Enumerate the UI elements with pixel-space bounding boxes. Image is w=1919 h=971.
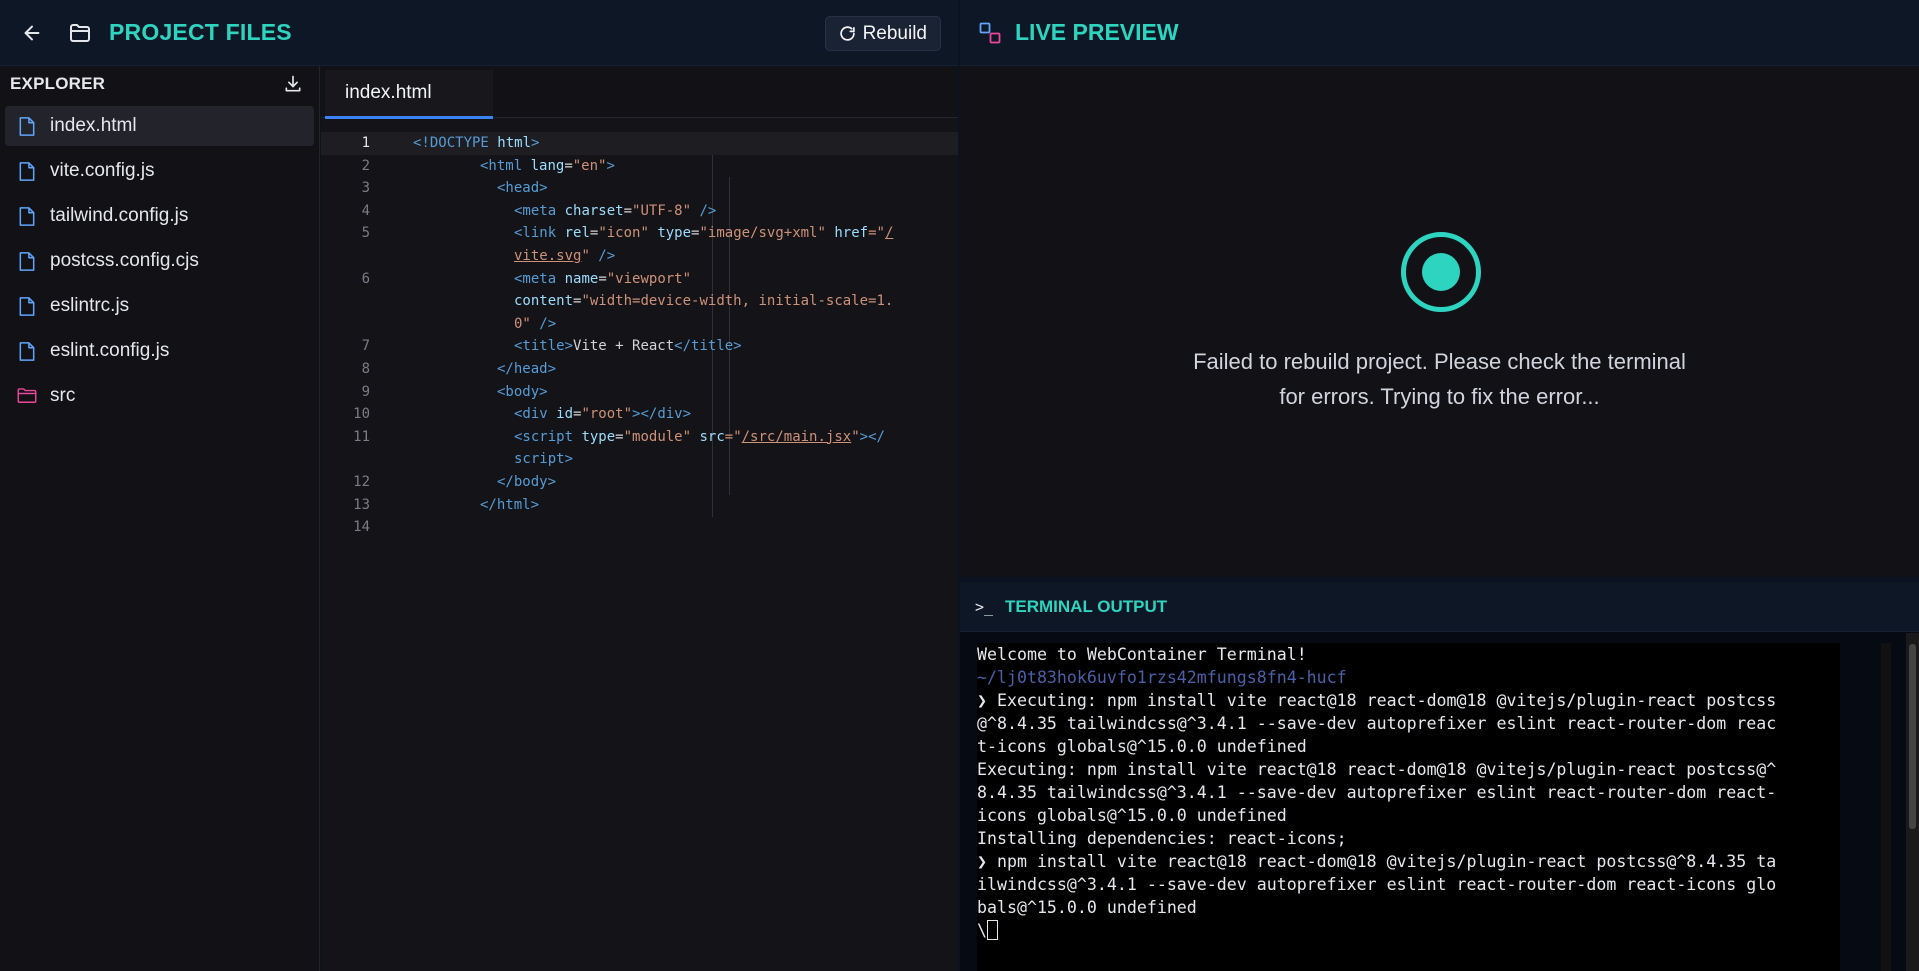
- terminal-header: >_ TERMINAL OUTPUT: [960, 582, 1919, 632]
- terminal-line: bals@^15.0.0 undefined: [977, 898, 1197, 917]
- editor-tabbar: index.html: [321, 66, 958, 119]
- preview-pane: Failed to rebuild project. Please check …: [960, 66, 1919, 577]
- file-label: vite.config.js: [50, 160, 155, 181]
- code-line: script>: [514, 451, 574, 468]
- file-icon: [17, 295, 37, 317]
- folder-item-src[interactable]: src: [5, 376, 314, 416]
- terminal-line: Welcome to WebContainer Terminal!: [977, 645, 1307, 664]
- folder-open-icon: [67, 20, 93, 46]
- terminal-line: ❯ Executing: npm install vite react@18 r…: [977, 691, 1777, 710]
- terminal-scrollbar-thumb[interactable]: [1909, 644, 1916, 829]
- code-line: 14: [353, 519, 370, 536]
- file-item-tailwind-config[interactable]: tailwind.config.js: [5, 196, 314, 236]
- terminal-prompt-line: \: [977, 919, 1840, 942]
- file-item-index-html[interactable]: index.html: [5, 106, 314, 146]
- error-message-line: Failed to rebuild project. Please check …: [1193, 349, 1686, 374]
- terminal-pane: Welcome to WebContainer Terminal! ~/lj0t…: [960, 632, 1919, 971]
- loading-spinner: [1401, 232, 1481, 312]
- file-icon: [17, 340, 37, 362]
- rebuild-button[interactable]: Rebuild: [824, 16, 941, 51]
- file-label: postcss.config.cjs: [50, 250, 199, 271]
- rebuild-label: Rebuild: [862, 22, 927, 44]
- terminal-line: t-icons globals@^15.0.0 undefined: [977, 737, 1307, 756]
- page-title: PROJECT FILES: [109, 19, 292, 45]
- project-header: PROJECT FILES Rebuild: [0, 0, 958, 66]
- code-editor: index.html 1 <!DOCTYPE html> 2 <html lan…: [321, 66, 958, 971]
- code-line: 8 </head>: [361, 360, 557, 377]
- file-item-postcss-config[interactable]: postcss.config.cjs: [5, 241, 314, 281]
- folder-label: src: [50, 385, 76, 406]
- file-label: eslintrc.js: [50, 295, 130, 316]
- terminal-line: Installing dependencies: react-icons;: [977, 829, 1347, 848]
- terminal-scrollbar-inner[interactable]: [1881, 643, 1891, 971]
- terminal-prompt: \: [977, 921, 987, 940]
- file-icon: [17, 250, 37, 272]
- terminal-line: @^8.4.35 tailwindcss@^3.4.1 --save-dev a…: [977, 714, 1777, 733]
- folder-icon: [17, 385, 37, 407]
- code-area[interactable]: 1 <!DOCTYPE html> 2 <html lang="en"> 3 <…: [321, 132, 958, 539]
- file-label: index.html: [50, 115, 137, 136]
- code-line: vite.svg" />: [514, 247, 616, 264]
- code-line: content="width=device-width, initial-sca…: [514, 293, 894, 310]
- file-explorer: EXPLORER index.html vite.config.js tailw…: [0, 66, 320, 971]
- file-icon: [17, 160, 37, 182]
- preview-icon: [977, 20, 1003, 46]
- terminal-line: icons globals@^15.0.0 undefined: [977, 806, 1287, 825]
- code-line: 13 </html>: [353, 496, 540, 513]
- code-line: 6 <meta name="viewport": [361, 270, 692, 287]
- explorer-header: EXPLORER: [0, 66, 319, 102]
- file-label: eslint.config.js: [50, 340, 170, 361]
- tab-index-html[interactable]: index.html: [325, 70, 493, 119]
- code-line: 1 <!DOCTYPE html>: [321, 132, 958, 155]
- error-message-line: for errors. Trying to fix the error...: [1279, 384, 1600, 409]
- error-message: Failed to rebuild project. Please check …: [960, 344, 1919, 414]
- code-line: 12 </body>: [353, 473, 557, 490]
- terminal-line: ❯ npm install vite react@18 react-dom@18…: [977, 852, 1777, 871]
- file-label: tailwind.config.js: [50, 205, 189, 226]
- file-list: index.html vite.config.js tailwind.confi…: [0, 102, 319, 416]
- terminal-line: ~/lj0t83hok6uvfo1rzs42mfungs8fn4-hucf: [977, 668, 1347, 687]
- code-line: 0" />: [514, 315, 557, 332]
- code-line: 11 <script type="module" src="/src/main.…: [353, 428, 885, 445]
- code-line: 7 <title>Vite + React</title>: [361, 338, 742, 355]
- file-item-eslint-config[interactable]: eslint.config.js: [5, 331, 314, 371]
- terminal-title: TERMINAL OUTPUT: [1005, 596, 1168, 616]
- file-item-vite-config[interactable]: vite.config.js: [5, 151, 314, 191]
- arrow-left-icon: [24, 25, 40, 40]
- file-icon: [17, 115, 37, 137]
- terminal-screen[interactable]: Welcome to WebContainer Terminal! ~/lj0t…: [977, 643, 1840, 971]
- explorer-title: EXPLORER: [10, 74, 106, 93]
- file-item-eslintrc[interactable]: eslintrc.js: [5, 286, 314, 326]
- terminal-icon: >_: [975, 597, 994, 616]
- terminal-line: 8.4.35 tailwindcss@^3.4.1 --save-dev aut…: [977, 783, 1777, 802]
- code-line: 2 <html lang="en">: [361, 157, 615, 174]
- preview-header: LIVE PREVIEW: [960, 0, 1919, 66]
- terminal-line: Executing: npm install vite react@18 rea…: [977, 760, 1777, 779]
- code-line: 10 <div id="root"></div>: [353, 406, 692, 423]
- terminal-cursor: [987, 920, 998, 940]
- code-line: 5 <link rel="icon" type="image/svg+xml" …: [361, 225, 894, 242]
- back-button[interactable]: [15, 16, 49, 50]
- spinner-dot: [1422, 253, 1460, 291]
- code-line: 3 <head>: [361, 180, 548, 197]
- code-line: 9 <body>: [361, 383, 548, 400]
- download-icon[interactable]: [282, 73, 304, 95]
- file-icon: [17, 205, 37, 227]
- code-line: 4 <meta charset="UTF-8" />: [361, 202, 717, 219]
- terminal-line: ilwindcss@^3.4.1 --save-dev autoprefixer…: [977, 875, 1777, 894]
- refresh-icon: [839, 26, 855, 41]
- preview-title: LIVE PREVIEW: [1015, 19, 1179, 45]
